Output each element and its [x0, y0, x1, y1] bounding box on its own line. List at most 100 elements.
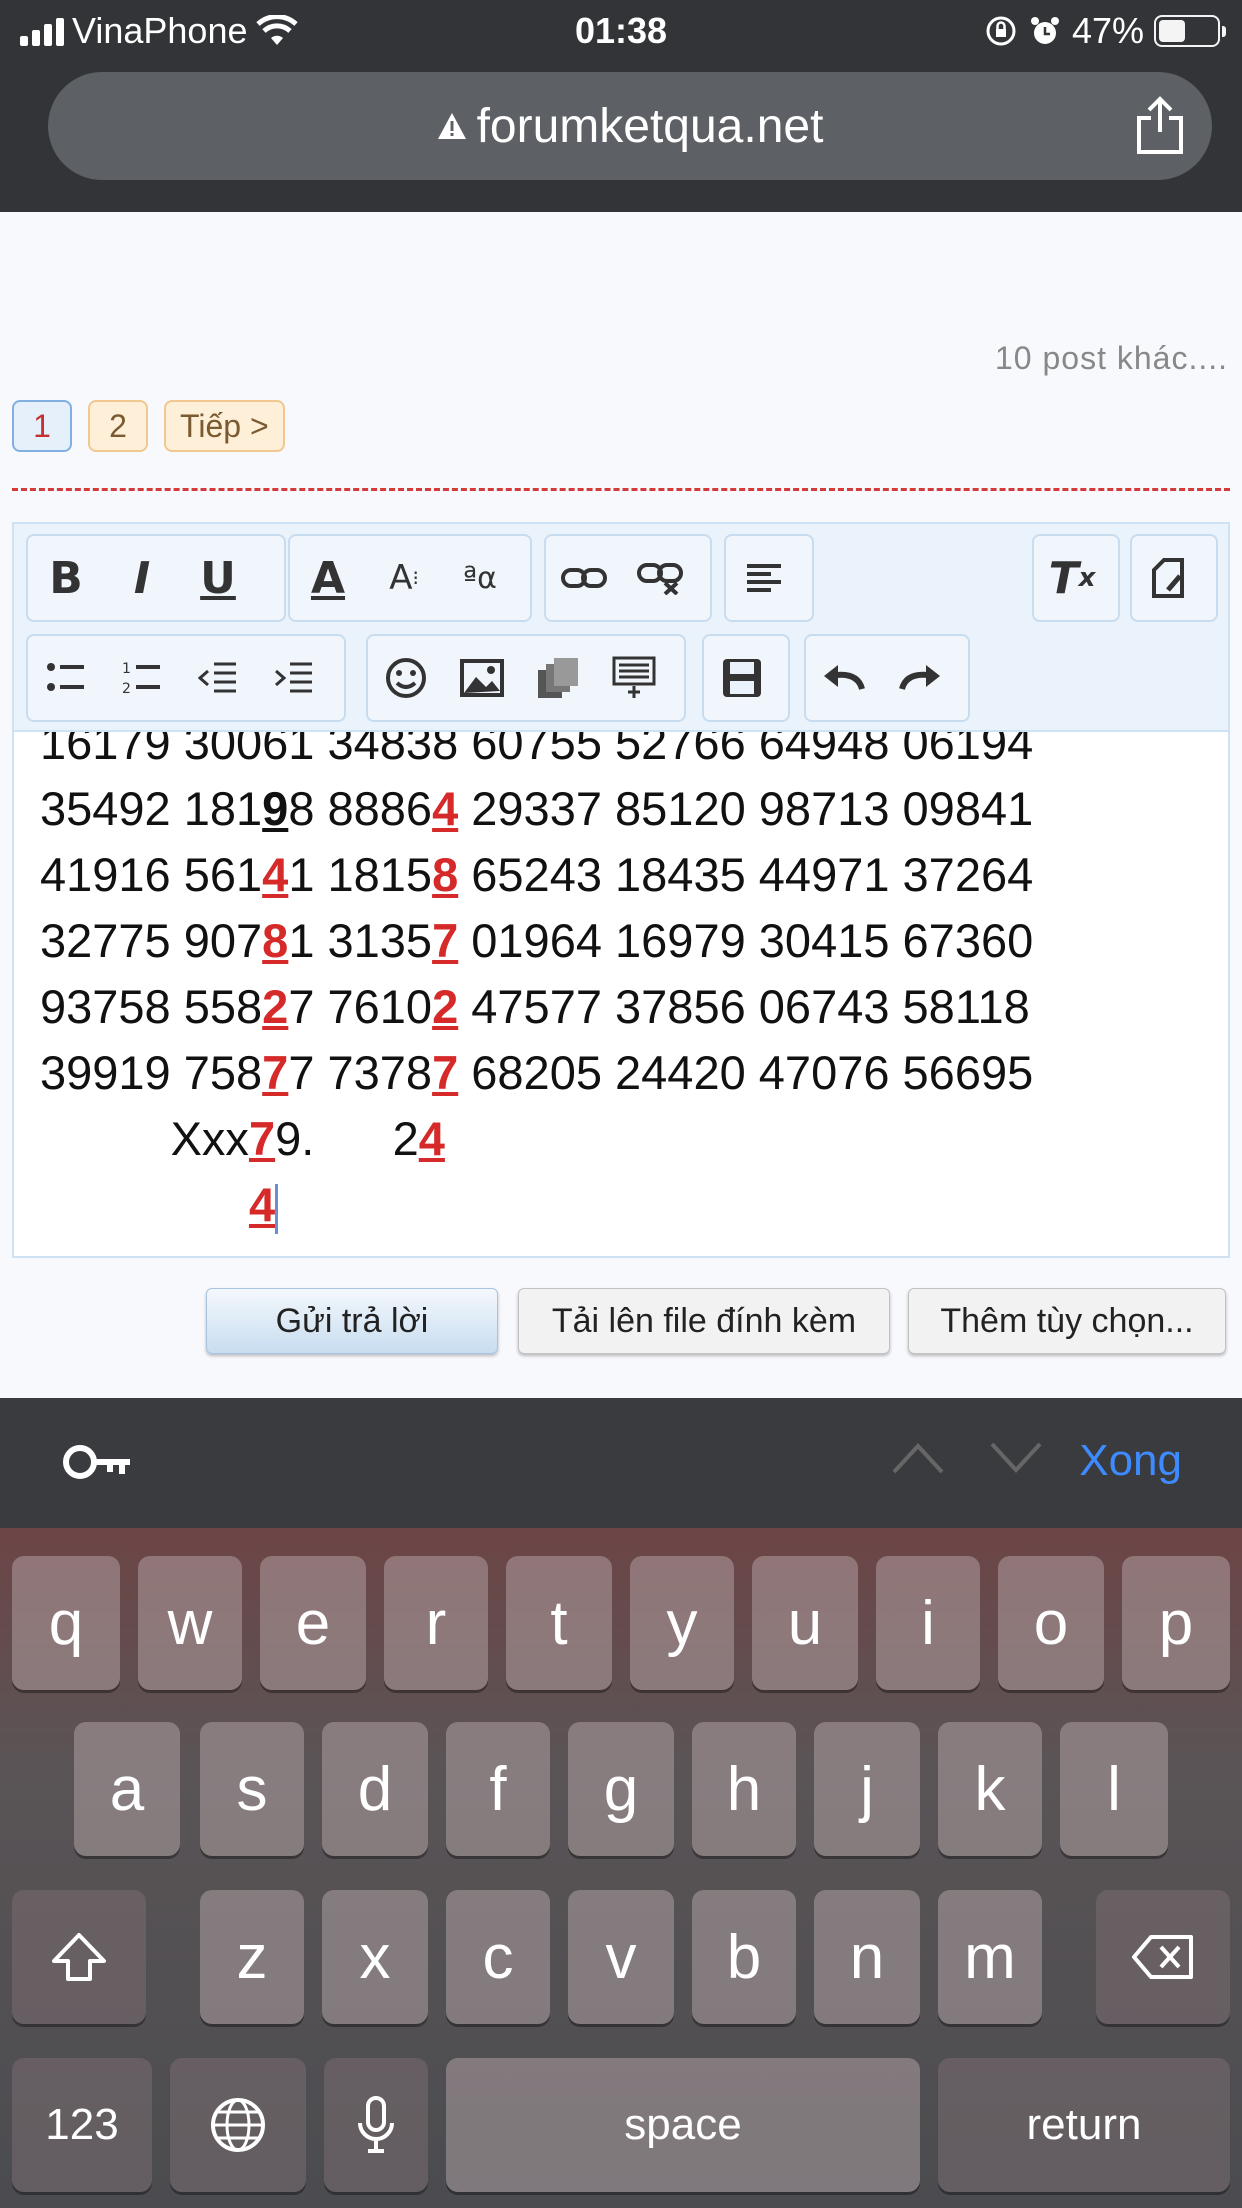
bold-icon[interactable]: B	[28, 536, 104, 620]
key-a[interactable]: a	[74, 1722, 180, 1856]
key-o[interactable]: o	[998, 1556, 1104, 1690]
svg-text:1: 1	[122, 661, 131, 677]
key-n[interactable]: n	[814, 1890, 920, 2024]
smiley-icon[interactable]	[368, 636, 444, 720]
key-l[interactable]: l	[1060, 1722, 1168, 1856]
media-icon[interactable]	[520, 636, 596, 720]
key-f[interactable]: f	[446, 1722, 550, 1856]
line-segment: Xxx	[40, 1112, 249, 1165]
align-icon[interactable]	[726, 536, 802, 620]
return-key[interactable]: return	[938, 2058, 1230, 2192]
line-segment: 93758 558	[40, 980, 263, 1033]
divider	[12, 488, 1230, 491]
key-s[interactable]: s	[200, 1722, 304, 1856]
svg-text:2: 2	[122, 681, 131, 697]
upload-attachment-button[interactable]: Tải lên file đính kèm	[518, 1288, 890, 1354]
remove-format-icon[interactable]: Tx	[1034, 536, 1110, 620]
numbered-list-icon[interactable]: 12	[104, 636, 180, 720]
align-group	[724, 534, 814, 622]
indent-icon[interactable]	[256, 636, 332, 720]
editor-line: Xxx79. 24	[40, 1106, 1033, 1172]
format-group: B I U	[26, 534, 286, 622]
unlink-icon[interactable]	[622, 536, 698, 620]
address-bar[interactable]: forumketqua.net	[48, 72, 1212, 180]
battery-percent: 47%	[1071, 10, 1144, 51]
page-1-button[interactable]: 1	[12, 400, 72, 452]
key-e[interactable]: e	[260, 1556, 366, 1690]
key-d[interactable]: d	[322, 1722, 428, 1856]
key-k[interactable]: k	[938, 1722, 1042, 1856]
key-q[interactable]: q	[12, 1556, 120, 1690]
editor-line: 93758 55827 76102 47577 37856 06743 5811…	[40, 974, 1033, 1040]
key-j[interactable]: j	[814, 1722, 920, 1856]
image-icon[interactable]	[444, 636, 520, 720]
bold-digit: 9	[262, 782, 289, 835]
underline-icon[interactable]: U	[180, 536, 256, 620]
next-page-button[interactable]: Tiếp >	[164, 400, 285, 452]
browser-chrome: forumketqua.net	[0, 64, 1242, 212]
key-r[interactable]: r	[384, 1556, 488, 1690]
send-reply-button[interactable]: Gửi trả lời	[206, 1288, 498, 1354]
key-h[interactable]: h	[692, 1722, 796, 1856]
bullet-list-icon[interactable]	[28, 636, 104, 720]
more-options-button[interactable]: Thêm tùy chọn...	[908, 1288, 1226, 1354]
previous-field-icon[interactable]	[890, 1438, 946, 1478]
font-color-icon[interactable]: A	[290, 536, 366, 620]
font-family-icon[interactable]: ªα	[442, 536, 518, 620]
highlighted-digit: 8	[262, 914, 289, 967]
key-y[interactable]: y	[630, 1556, 734, 1690]
editor-content[interactable]: 16179 30061 34838 60755 52766 64948 0619…	[14, 732, 1228, 1256]
dictation-key[interactable]	[324, 2058, 428, 2192]
status-right: 47%	[984, 10, 1226, 52]
key-m[interactable]: m	[938, 1890, 1042, 2024]
share-icon[interactable]	[1134, 96, 1186, 156]
shift-key[interactable]	[12, 1890, 146, 2024]
key-b[interactable]: b	[692, 1890, 796, 2024]
key-i[interactable]: i	[876, 1556, 980, 1690]
line-segment: 39919 758	[40, 1046, 263, 1099]
outdent-icon[interactable]	[180, 636, 256, 720]
status-bar: VinaPhone 01:38 47%	[0, 0, 1242, 64]
next-field-icon[interactable]	[988, 1438, 1044, 1478]
save-icon[interactable]	[704, 636, 780, 720]
key-t[interactable]: t	[506, 1556, 612, 1690]
delete-key[interactable]	[1096, 1890, 1230, 2024]
more-posts-link[interactable]: 10 post khác....	[995, 340, 1228, 377]
key-x[interactable]: x	[322, 1890, 428, 2024]
undo-icon[interactable]	[806, 636, 882, 720]
line-segment: 1 1815	[288, 848, 433, 901]
quote-icon[interactable]	[596, 636, 672, 720]
key-v[interactable]: v	[568, 1890, 674, 2024]
key-z[interactable]: z	[200, 1890, 304, 2024]
numbers-key[interactable]: 123	[12, 2058, 152, 2192]
line-segment: 41916 561	[40, 848, 263, 901]
highlighted-digit: 4	[262, 848, 289, 901]
done-button[interactable]: Xong	[1079, 1436, 1182, 1486]
save-group	[702, 634, 790, 722]
key-c[interactable]: c	[446, 1890, 550, 2024]
page-2-button[interactable]: 2	[88, 400, 148, 452]
line-segment: 7 7378	[288, 1046, 433, 1099]
highlighted-digit: 7	[432, 1046, 459, 1099]
line-segment: 16179 30061 34838 60755 52766 64948 0619…	[40, 732, 1034, 769]
key-u[interactable]: u	[752, 1556, 858, 1690]
key-g[interactable]: g	[568, 1722, 674, 1856]
highlighted-digit: 4	[248, 1178, 276, 1231]
link-icon[interactable]	[546, 536, 622, 620]
space-key[interactable]: space	[446, 2058, 920, 2192]
globe-key[interactable]	[170, 2058, 306, 2192]
key-w[interactable]: w	[138, 1556, 242, 1690]
line-segment: 68205 24420 47076 56695	[458, 1046, 1034, 1099]
font-size-icon[interactable]: A ⁝	[366, 536, 442, 620]
password-key-icon[interactable]	[62, 1440, 134, 1484]
italic-icon[interactable]: I	[104, 536, 180, 620]
key-p[interactable]: p	[1122, 1556, 1230, 1690]
source-group	[1130, 534, 1218, 622]
redo-icon[interactable]	[882, 636, 958, 720]
line-segment: 35492 181	[40, 782, 263, 835]
line-segment: 1 3135	[288, 914, 433, 967]
pagination: 1 2 Tiếp >	[12, 400, 285, 452]
list-group: 12	[26, 634, 346, 722]
source-icon[interactable]	[1132, 536, 1208, 620]
highlighted-digit: 2	[432, 980, 459, 1033]
